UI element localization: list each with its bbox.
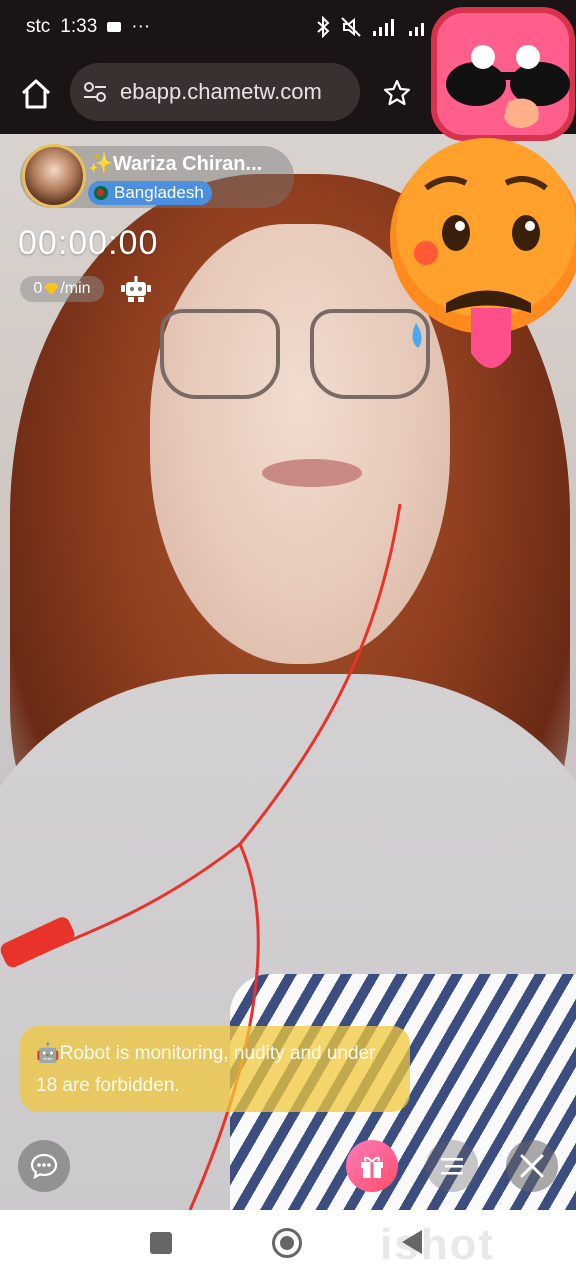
country-badge: Bangladesh: [88, 181, 212, 205]
rate-unit: /min: [60, 280, 91, 297]
host-avatar[interactable]: [22, 144, 86, 208]
back-triangle-icon[interactable]: [402, 1230, 422, 1254]
call-timer: 00:00:00: [18, 224, 159, 262]
signal-icon: [373, 19, 394, 36]
rate-value: 0: [33, 280, 43, 297]
robot-monitoring-notice: 🤖Robot is monitoring, nudity and under 1…: [20, 1026, 410, 1112]
watermark: ishot: [380, 1220, 496, 1269]
sunglasses-emoji-sticker: [431, 7, 575, 141]
rate-badge: 0 /min: [20, 276, 104, 302]
bangladesh-flag-icon: [94, 186, 108, 200]
diamond-icon: [44, 283, 59, 295]
gift-icon: [361, 1156, 383, 1178]
home-icon[interactable]: [18, 76, 54, 112]
clock: 1:33: [60, 16, 98, 37]
mute-icon: [341, 17, 361, 37]
gift-button[interactable]: [346, 1140, 398, 1192]
bluetooth-icon: [317, 16, 330, 38]
close-icon: [520, 1154, 544, 1178]
host-name: ✨Wariza Chiran...: [88, 153, 263, 175]
system-navigation-bar: ishot: [0, 1210, 576, 1280]
more-notifications-icon: ···: [131, 16, 151, 37]
address-bar[interactable]: ebapp.chametw.com: [70, 63, 360, 121]
robot-icon[interactable]: [120, 274, 152, 304]
chat-bubble-icon: [30, 1153, 58, 1180]
home-circle-icon[interactable]: [272, 1228, 302, 1258]
chat-button[interactable]: [18, 1140, 70, 1192]
recent-apps-icon[interactable]: [150, 1232, 172, 1254]
tune-icon[interactable]: [82, 79, 108, 105]
hot-face-emoji-sticker: [390, 138, 576, 368]
menu-lines-icon: [441, 1158, 463, 1175]
carrier-label: stc: [26, 16, 51, 37]
country-label: Bangladesh: [114, 183, 204, 202]
end-call-button[interactable]: [506, 1140, 558, 1192]
video-camera-icon: [107, 22, 122, 32]
url-text: ebapp.chametw.com: [120, 79, 322, 104]
star-icon[interactable]: [382, 78, 412, 108]
menu-button[interactable]: [426, 1140, 478, 1192]
